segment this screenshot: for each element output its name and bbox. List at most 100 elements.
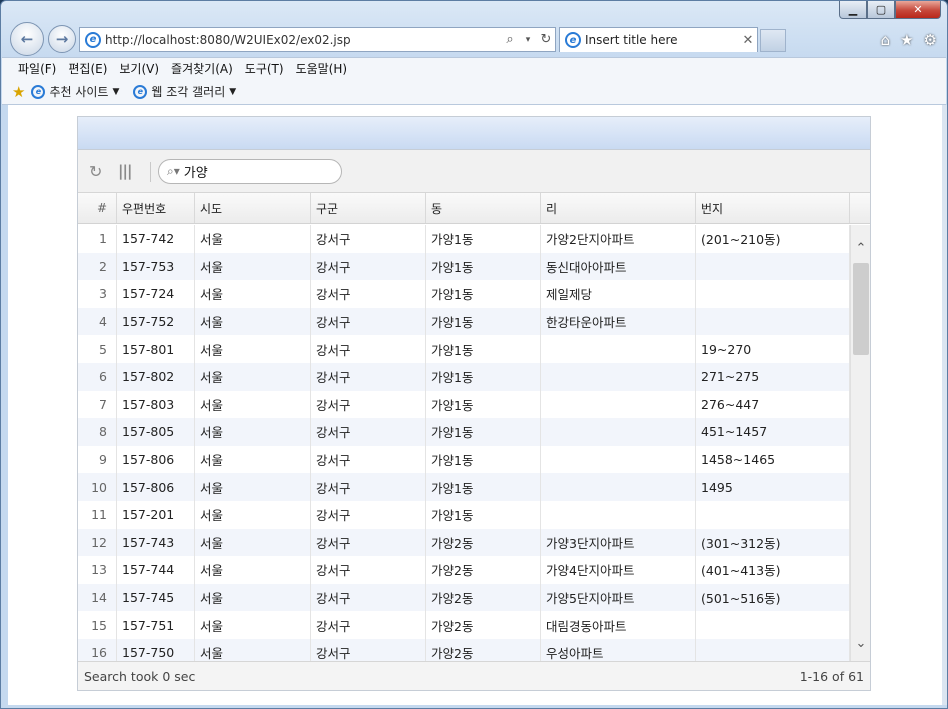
cell-gugun: 강서구 — [311, 473, 426, 501]
cell-ri: 가양3단지아파트 — [541, 528, 696, 557]
table-row[interactable]: 10 157-806 서울 강서구 가양1동 1495 — [78, 473, 850, 501]
favorite-web-slice-gallery[interactable]: e 웹 조각 갤러리 ▼ — [133, 83, 236, 100]
cell-sido: 서울 — [195, 528, 311, 557]
favorite-suggested-sites[interactable]: e 추천 사이트 ▼ — [31, 83, 119, 100]
table-row[interactable]: 8 157-805 서울 강서구 가양1동 451~1457 — [78, 418, 850, 446]
column-header-sido[interactable]: 시도 — [195, 193, 311, 223]
address-bar[interactable]: e http://localhost:8080/W2UIEx02/ex02.js… — [79, 27, 556, 52]
table-row[interactable]: 2 157-753 서울 강서구 가양1동 동신대아아파트 — [78, 252, 850, 281]
cell-bunji: (401~413동) — [696, 556, 850, 584]
table-row[interactable]: 11 157-201 서울 강서구 가양1동 — [78, 500, 850, 529]
cell-ri — [541, 500, 696, 529]
cell-dong: 가양1동 — [426, 445, 541, 474]
tab-active[interactable]: e Insert title here ✕ — [559, 27, 758, 52]
cell-ri — [541, 418, 696, 446]
maximize-button[interactable]: ▢ — [867, 1, 895, 19]
cell-bunji — [696, 500, 850, 529]
cell-number: 9 — [78, 445, 117, 474]
cell-bunji — [696, 252, 850, 281]
favorites-star-icon[interactable]: ★ — [12, 83, 25, 101]
cell-zipcode: 157-742 — [117, 225, 195, 253]
address-url[interactable]: http://localhost:8080/W2UIEx02/ex02.jsp — [105, 33, 501, 47]
scroll-down-icon[interactable]: ⌄ — [851, 633, 870, 653]
menu-view[interactable]: 보기(V) — [113, 60, 165, 77]
cell-sido: 서울 — [195, 280, 311, 308]
cell-dong: 가양1동 — [426, 418, 541, 446]
gear-icon[interactable]: ⚙ — [924, 31, 937, 49]
chevron-down-icon: ▼ — [112, 86, 120, 97]
cell-sido: 서울 — [195, 335, 311, 363]
cell-ri: 가양2단지아파트 — [541, 225, 696, 253]
favorites-star-icon[interactable]: ★ — [900, 31, 913, 49]
table-row[interactable]: 4 157-752 서울 강서구 가양1동 한강타운아파트 — [78, 307, 850, 336]
table-row[interactable]: 12 157-743 서울 강서구 가양2동 가양3단지아파트 (301~312동) — [78, 528, 850, 557]
search-box[interactable]: ⌕▾ — [158, 159, 342, 184]
back-button[interactable]: ← — [10, 22, 44, 56]
menu-edit[interactable]: 편집(E) — [62, 60, 113, 77]
cell-dong: 가양2동 — [426, 528, 541, 557]
cell-gugun: 강서구 — [311, 252, 426, 281]
cell-gugun: 강서구 — [311, 445, 426, 474]
table-row[interactable]: 15 157-751 서울 강서구 가양2동 대림경동아파트 — [78, 611, 850, 639]
table-row[interactable]: 14 157-745 서울 강서구 가양2동 가양5단지아파트 (501~516동) — [78, 583, 850, 612]
cell-number: 1 — [78, 225, 117, 253]
reload-icon[interactable]: ↻ — [89, 162, 102, 181]
table-row[interactable]: 6 157-802 서울 강서구 가양1동 271~275 — [78, 362, 850, 391]
table-row[interactable]: 5 157-801 서울 강서구 가양1동 19~270 — [78, 335, 850, 363]
search-icon[interactable]: ⌕ — [501, 32, 519, 47]
cell-number: 3 — [78, 280, 117, 308]
favorites-bar: ★ e 추천 사이트 ▼ e 웹 조각 갤러리 ▼ — [2, 79, 946, 105]
ie-icon: e — [133, 84, 148, 99]
menu-help[interactable]: 도움말(H) — [290, 60, 354, 77]
column-header-number[interactable]: # — [78, 193, 117, 223]
tab-title: Insert title here — [585, 33, 678, 47]
scroll-up-icon[interactable]: ⌃ — [851, 238, 870, 258]
tab-close-icon[interactable]: ✕ — [739, 33, 757, 48]
column-header-dong[interactable]: 동 — [426, 193, 541, 223]
column-header-ri[interactable]: 리 — [541, 193, 696, 223]
home-icon[interactable]: ⌂ — [881, 31, 891, 49]
table-row[interactable]: 1 157-742 서울 강서구 가양1동 가양2단지아파트 (201~210동) — [78, 225, 850, 253]
browser-window: ▁ ▢ ✕ ← → e http://localhost:8080/W2UIEx… — [0, 0, 948, 709]
cell-number: 4 — [78, 307, 117, 336]
cell-zipcode: 157-753 — [117, 252, 195, 281]
search-input[interactable] — [183, 164, 334, 179]
table-row[interactable]: 9 157-806 서울 강서구 가양1동 1458~1465 — [78, 445, 850, 474]
dropdown-icon[interactable]: ▾ — [519, 35, 537, 45]
table-row[interactable]: 3 157-724 서울 강서구 가양1동 제일제당 — [78, 280, 850, 308]
scrollbar-thumb[interactable] — [853, 263, 869, 355]
cell-sido: 서울 — [195, 473, 311, 501]
forward-button[interactable]: → — [48, 25, 76, 53]
navigation-row: ← → e http://localhost:8080/W2UIEx02/ex0… — [1, 19, 947, 59]
new-tab-button[interactable] — [760, 29, 786, 52]
cell-gugun: 강서구 — [311, 418, 426, 446]
menu-favorites[interactable]: 즐겨찾기(A) — [165, 60, 239, 77]
column-header-zipcode[interactable]: 우편번호 — [117, 193, 195, 223]
menu-tools[interactable]: 도구(T) — [239, 60, 290, 77]
cell-dong: 가양1동 — [426, 362, 541, 391]
close-button[interactable]: ✕ — [895, 1, 941, 19]
minimize-button[interactable]: ▁ — [839, 1, 867, 19]
table-row[interactable]: 16 157-750 서울 강서구 가양2동 우성아파트 — [78, 638, 850, 663]
cell-ri: 동신대아아파트 — [541, 252, 696, 281]
cell-ri — [541, 335, 696, 363]
vertical-scrollbar[interactable]: ⌃ ⌄ — [850, 225, 870, 663]
cell-number: 7 — [78, 390, 117, 419]
table-row[interactable]: 13 157-744 서울 강서구 가양2동 가양4단지아파트 (401~413동) — [78, 556, 850, 584]
cell-gugun: 강서구 — [311, 362, 426, 391]
cell-dong: 가양2동 — [426, 638, 541, 663]
columns-icon[interactable]: ||| — [118, 162, 132, 180]
search-icon[interactable]: ⌕▾ — [167, 164, 180, 179]
refresh-icon[interactable]: ↻ — [537, 32, 555, 47]
column-header-bunji[interactable]: 번지 — [696, 193, 850, 223]
table-row[interactable]: 7 157-803 서울 강서구 가양1동 276~447 — [78, 390, 850, 419]
cell-bunji: (301~312동) — [696, 528, 850, 557]
cell-zipcode: 157-803 — [117, 390, 195, 419]
chevron-down-icon: ▼ — [229, 86, 237, 97]
cell-zipcode: 157-805 — [117, 418, 195, 446]
cell-gugun: 강서구 — [311, 307, 426, 336]
forward-arrow-icon: → — [55, 30, 69, 48]
column-header-gugun[interactable]: 구군 — [311, 193, 426, 223]
menu-file[interactable]: 파일(F) — [12, 60, 62, 77]
cell-dong: 가양2동 — [426, 583, 541, 612]
